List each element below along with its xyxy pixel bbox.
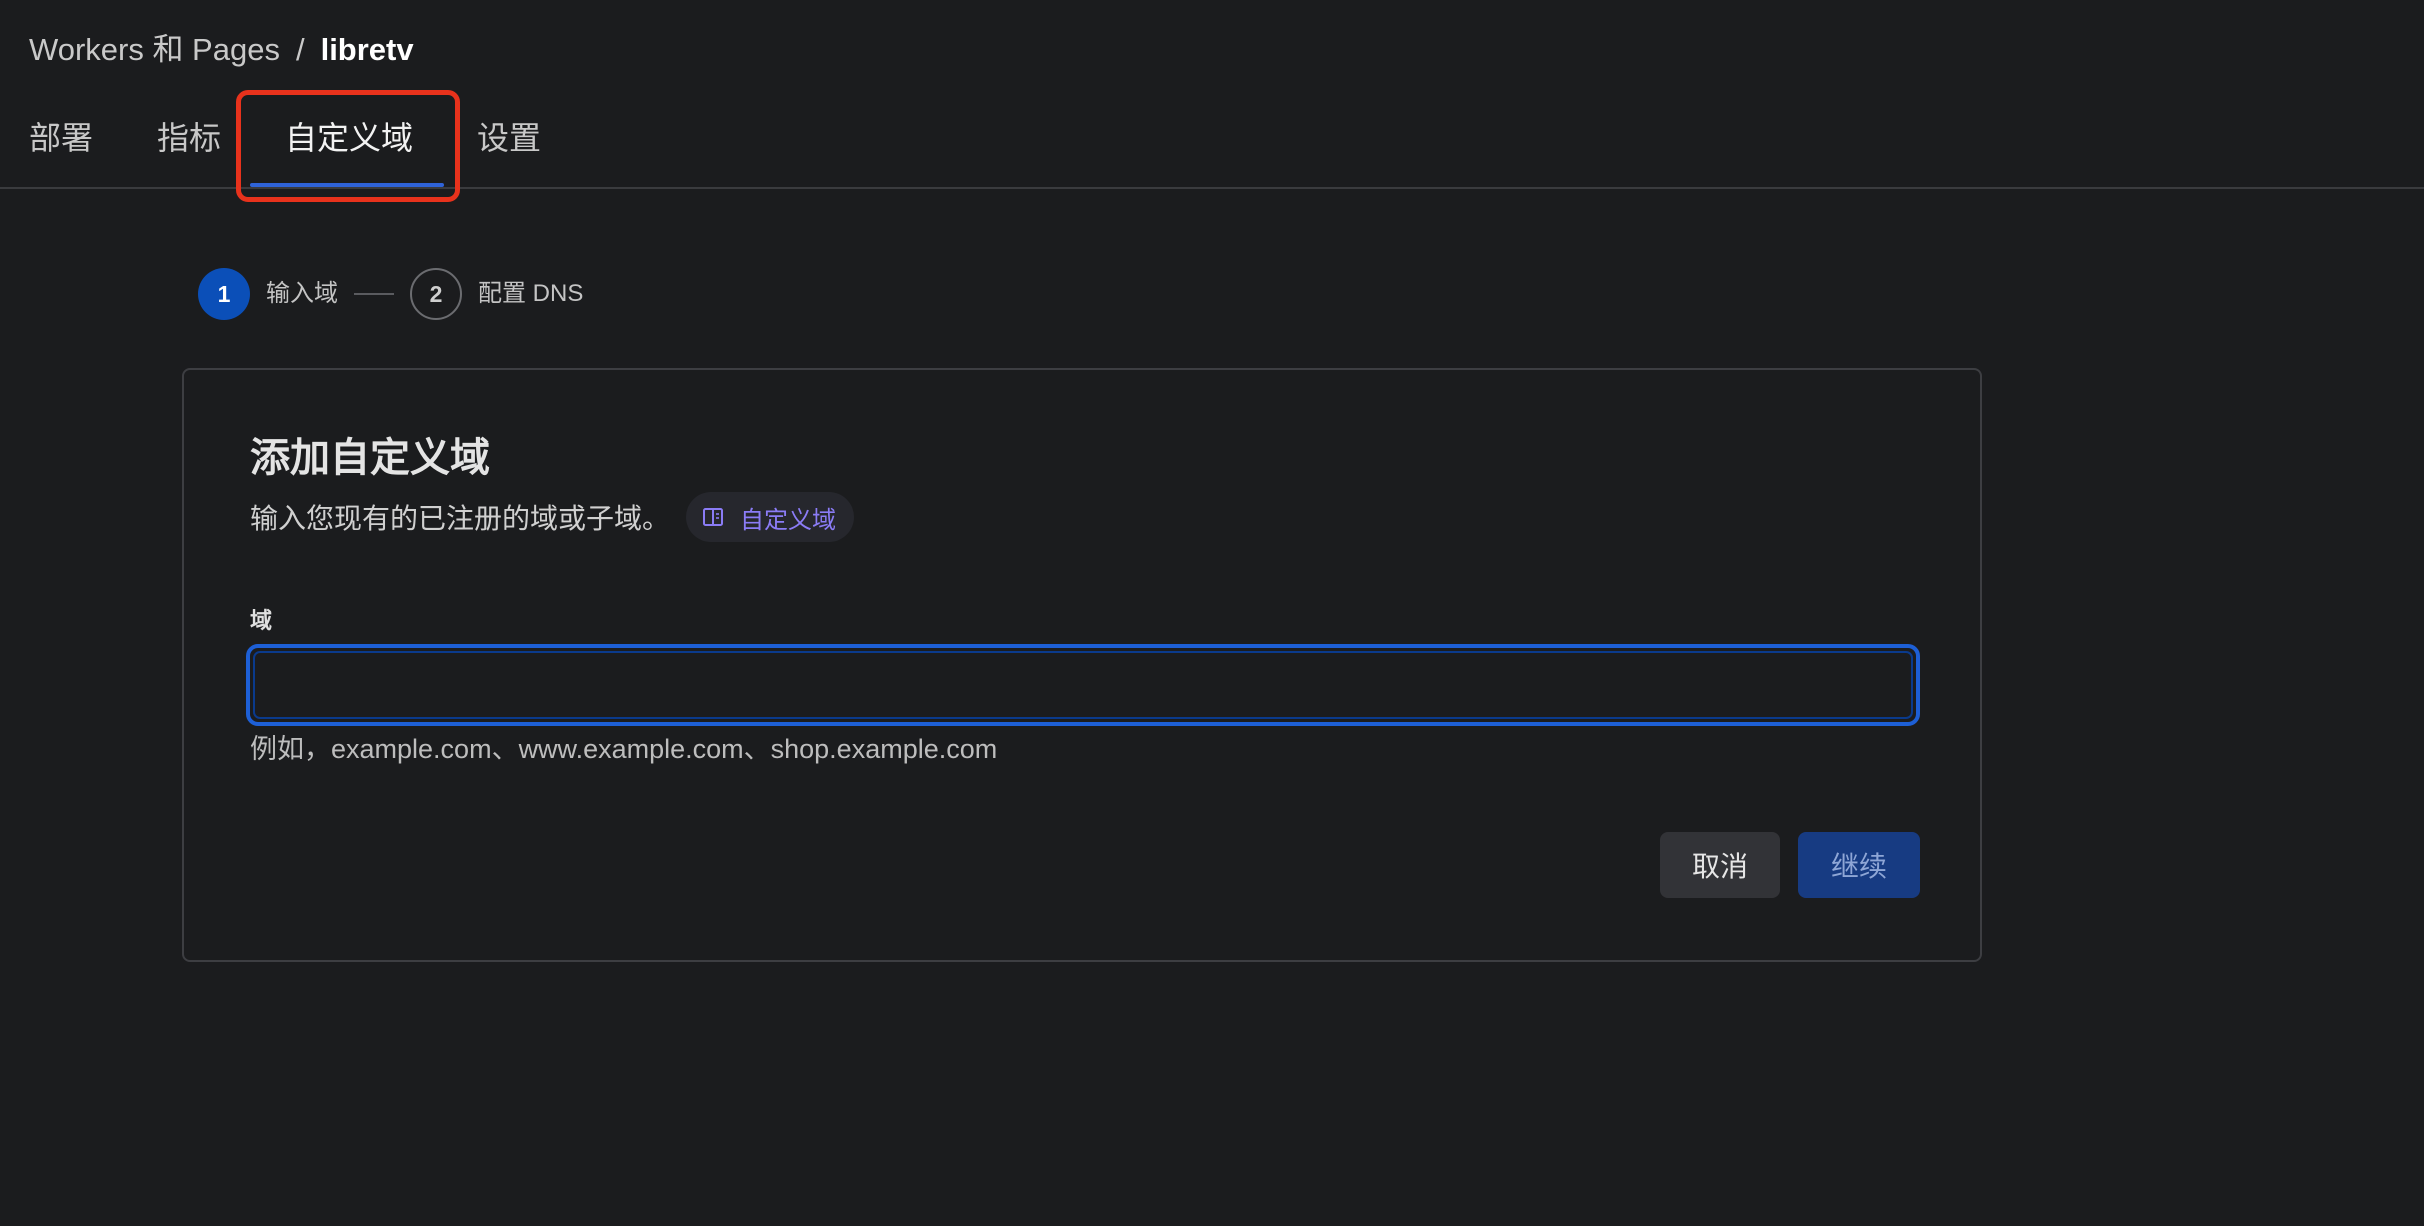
domain-field-label: 域	[250, 608, 273, 633]
tab-settings[interactable]: 设置	[477, 116, 541, 160]
active-tab-indicator	[250, 183, 444, 187]
domain-input-focus-ring	[246, 644, 1920, 726]
domain-field-hint: 例如，example.com、www.example.com、shop.exam…	[250, 734, 998, 764]
tab-deployments[interactable]: 部署	[29, 116, 93, 160]
add-custom-domain-card: 添加自定义域 输入您现有的已注册的域或子域。 自定义域 域 例如，example…	[182, 368, 1982, 962]
continue-button[interactable]: 继续	[1798, 832, 1920, 898]
domain-input[interactable]	[253, 651, 1913, 719]
step-2-label: 配置 DNS	[478, 280, 584, 307]
custom-domain-docs-link[interactable]: 自定义域	[686, 492, 854, 542]
breadcrumb-current: libretv	[320, 32, 414, 67]
tab-bar: 部署 指标 自定义域 设置	[0, 100, 2424, 189]
breadcrumb: Workers 和 Pages / libretv	[29, 30, 414, 70]
card-description: 输入您现有的已注册的域或子域。	[250, 503, 671, 534]
breadcrumb-workers-pages-link[interactable]: Workers 和 Pages	[29, 32, 280, 67]
step-connector	[354, 293, 394, 295]
card-title: 添加自定义域	[250, 436, 490, 480]
cancel-button[interactable]: 取消	[1660, 832, 1780, 898]
step-1-circle: 1	[198, 268, 250, 320]
book-icon	[703, 508, 723, 526]
breadcrumb-separator: /	[295, 32, 305, 67]
tab-metrics[interactable]: 指标	[157, 116, 221, 160]
docs-link-label: 自定义域	[740, 506, 836, 534]
step-2-circle: 2	[410, 268, 462, 320]
step-1-label: 输入域	[266, 280, 338, 307]
page: Workers 和 Pages / libretv 部署 指标 自定义域 设置 1 …	[0, 0, 2424, 1226]
tab-custom-domains[interactable]: 自定义域	[285, 116, 413, 160]
